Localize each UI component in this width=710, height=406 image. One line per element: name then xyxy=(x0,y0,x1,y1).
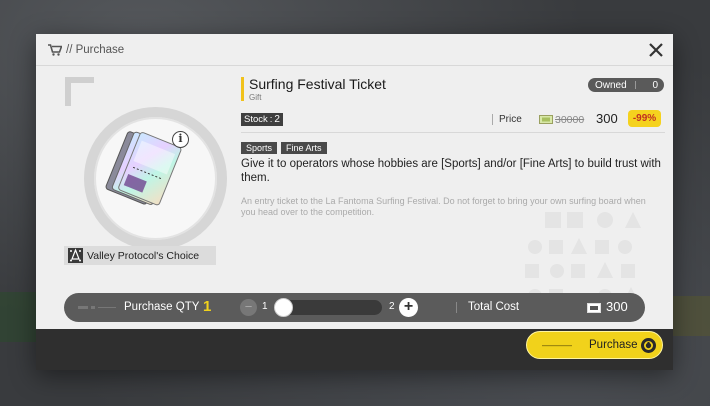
money-icon xyxy=(587,303,601,313)
price-separator xyxy=(492,114,493,125)
purchase-button[interactable]: Purchase xyxy=(526,331,663,359)
stock-colon: : xyxy=(269,114,273,125)
item-description: Give it to operators whose hobbies are [… xyxy=(241,158,661,184)
tag-fine-arts: Fine Arts xyxy=(281,142,327,154)
protocol-icon xyxy=(68,248,83,263)
source-label: Valley Protocol's Choice xyxy=(64,246,216,265)
stock-badge: Stock : 2 xyxy=(241,113,283,126)
arrow-decoration xyxy=(542,345,572,347)
bar-decoration xyxy=(78,306,116,309)
close-icon[interactable] xyxy=(647,41,665,59)
dialog-footer: Purchase xyxy=(36,329,673,370)
item-type: Gift xyxy=(249,93,262,102)
owned-label: Owned xyxy=(595,79,627,91)
purchase-button-label: Purchase xyxy=(589,339,638,351)
original-price: 30000 xyxy=(555,114,585,126)
background-detail xyxy=(672,296,710,336)
owned-count: 0 xyxy=(652,79,658,91)
item-name: Surfing Festival Ticket xyxy=(249,76,386,92)
quantity-slider-thumb[interactable] xyxy=(274,298,293,317)
corner-decoration xyxy=(65,77,94,106)
dialog-titlebar: // Purchase xyxy=(36,34,673,66)
owned-badge: Owned 0 xyxy=(588,78,664,92)
tag-sports: Sports xyxy=(241,142,278,154)
confirm-icon xyxy=(641,338,656,353)
sale-price: 300 xyxy=(596,111,618,126)
cart-icon xyxy=(48,43,62,56)
purchase-dialog: // Purchase i Valley Protocol's Choice S… xyxy=(36,34,673,370)
source-text: Valley Protocol's Choice xyxy=(87,249,200,262)
money-icon xyxy=(539,115,553,124)
price-label: Price xyxy=(499,114,522,125)
info-icon[interactable]: i xyxy=(172,131,189,148)
cost-separator xyxy=(456,302,457,313)
quantity-bar: Purchase QTY 1 − 1 2 + Total Cost 300 xyxy=(64,293,645,322)
slider-max: 2 xyxy=(389,301,395,312)
stock-label: Stock xyxy=(244,114,268,125)
total-cost-value: 300 xyxy=(606,299,628,314)
owned-separator xyxy=(634,81,636,89)
decrease-button[interactable]: − xyxy=(240,299,257,316)
dialog-title: // Purchase xyxy=(66,43,125,56)
total-cost-label: Total Cost xyxy=(468,301,520,313)
hobby-tags: Sports Fine Arts xyxy=(241,142,327,154)
discount-badge: -99% xyxy=(628,110,661,127)
slider-min: 1 xyxy=(262,301,268,312)
divider xyxy=(241,132,665,133)
item-flavor-text: An entry ticket to the La Fantoma Surfin… xyxy=(241,196,646,217)
background-detail xyxy=(0,292,36,342)
increase-button[interactable]: + xyxy=(399,298,418,317)
stock-value: 2 xyxy=(274,114,280,125)
title-accent xyxy=(241,77,244,101)
quantity-value: 1 xyxy=(203,298,212,315)
quantity-label: Purchase QTY xyxy=(124,301,200,313)
